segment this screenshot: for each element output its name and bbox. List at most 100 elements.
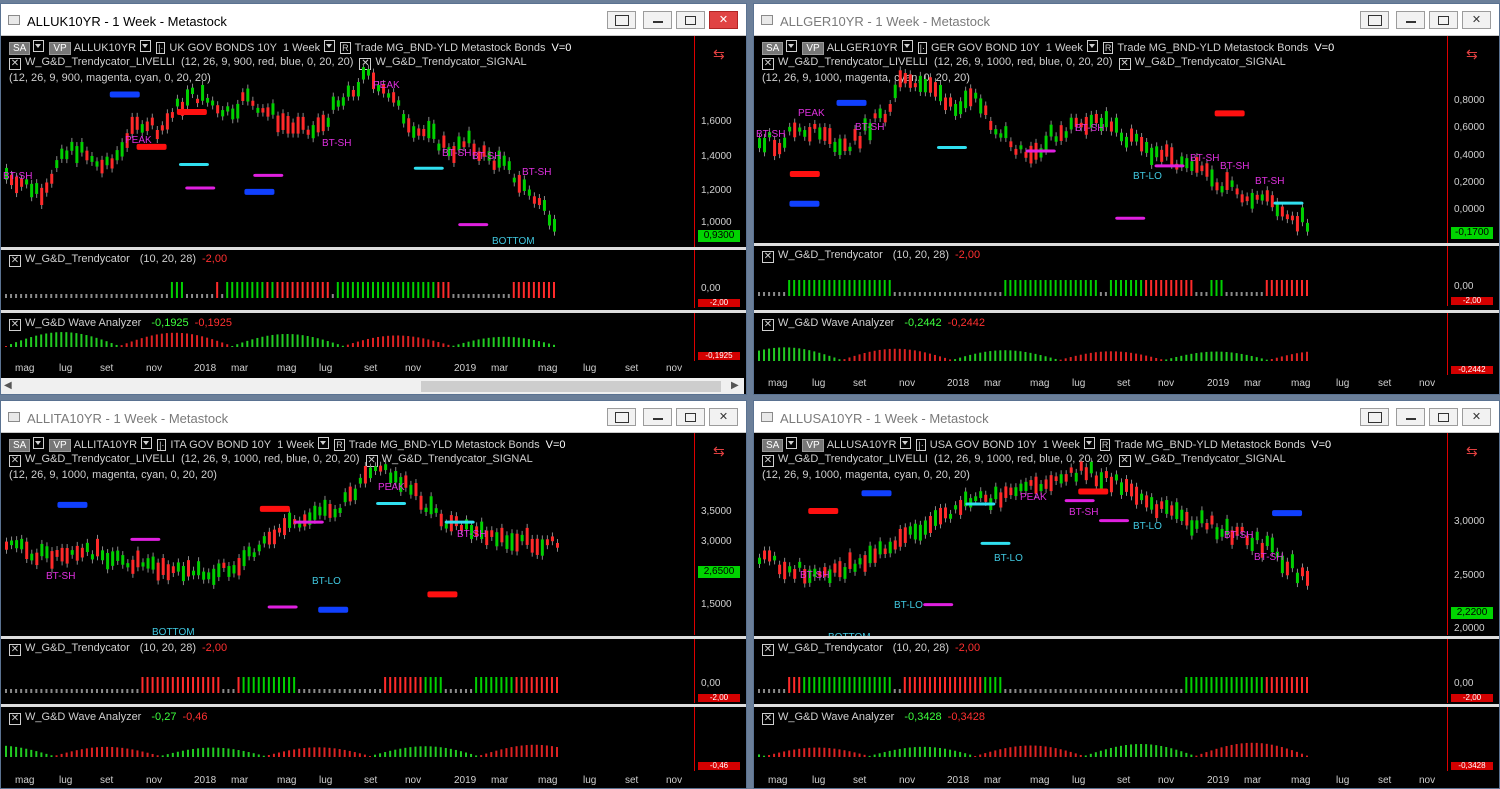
wave-analyzer-pane[interactable]: ✕ W_G&D Wave Analyzer -0,27 -0,46 [1, 707, 694, 771]
wave-bar [833, 357, 836, 361]
trendycator-pane[interactable]: ✕ W_G&D_Trendycator (10, 20, 28) -2,00 [754, 246, 1447, 306]
trendycator-bar [1250, 677, 1253, 693]
chart-window-uk[interactable]: ALLUK10YR - 1 Week - Metastock ✕ SA VP ALLUK… [0, 3, 747, 395]
wave-bar [424, 746, 427, 757]
trendycator-bar [374, 689, 377, 693]
candle [535, 538, 539, 555]
time-axis[interactable]: mag lug set nov 2018 mar mag lug set nov 2019 mar ma… [1, 361, 694, 377]
time-tick: lug [1336, 378, 1350, 389]
wave-bar [944, 748, 947, 757]
close-button[interactable]: ✕ [709, 11, 738, 29]
wave-bar [303, 748, 306, 757]
trendycator-pane[interactable]: ✕ W_G&D_Trendycator (10, 20, 28) -2,00 [1, 250, 694, 308]
minimize-button[interactable] [643, 11, 672, 29]
candle [512, 177, 516, 183]
wave-bar [994, 350, 997, 361]
candle [35, 183, 39, 194]
signal-arrows-icon[interactable]: ⇆ [1466, 46, 1478, 63]
time-tick: set [1378, 378, 1392, 389]
wave-bar [969, 354, 972, 361]
price-tick: 3,0000 [1454, 516, 1485, 527]
signal-arrows-icon[interactable]: ⇆ [1466, 443, 1478, 460]
trendycator-bar [1009, 689, 1012, 693]
wave-bar [969, 754, 972, 757]
wave-bar [798, 348, 801, 361]
signal-arrows-icon[interactable]: ⇆ [713, 46, 725, 63]
layout-icon[interactable] [1360, 408, 1389, 426]
trendycator-bar [1145, 689, 1148, 693]
maximize-button[interactable] [676, 408, 705, 426]
trendycator-bar [1245, 677, 1248, 693]
candle [1210, 169, 1214, 187]
window-titlebar[interactable]: ALLUSA10YR - 1 Week - Metastock ✕ [754, 401, 1499, 433]
price-pane[interactable]: SA VP ALLUK10YR |· UK GOV BONDS 10Y 1 Week R Tr… [1, 36, 694, 248]
wave-bar [1079, 754, 1082, 757]
trendycator-bar [898, 689, 901, 693]
minimize-button[interactable] [1396, 11, 1425, 29]
horizontal-scrollbar[interactable]: ◀ ▶ [1, 378, 744, 394]
trendycator-bar [75, 294, 78, 298]
wave-bar [140, 338, 143, 347]
scroll-left-icon[interactable]: ◀ [4, 380, 12, 391]
trendycator-bar [392, 282, 395, 298]
window-titlebar[interactable]: ALLGER10YR - 1 Week - Metastock ✕ [754, 4, 1499, 36]
trendycator-bar [944, 677, 947, 693]
time-axis[interactable]: mag lug set nov 2018 mar mag lug set nov 2019 mar ma… [1, 773, 694, 788]
candle [256, 107, 260, 113]
maximize-button[interactable] [1429, 11, 1458, 29]
wave-analyzer-pane[interactable]: ✕ W_G&D Wave Analyzer -0,3428 -0,3428 [754, 707, 1447, 771]
trendycator-bar [341, 282, 344, 298]
time-axis[interactable]: mag lug set nov 2018 mar mag lug set nov 2019 mar ma… [754, 773, 1447, 788]
minimize-button[interactable] [643, 408, 672, 426]
layout-icon[interactable] [607, 11, 636, 29]
scrollbar-thumb[interactable] [421, 381, 721, 392]
price-tick: 0,0000 [1454, 204, 1485, 215]
chart-window-ita[interactable]: ALLITA10YR - 1 Week - Metastock ✕ SA VP ALLI… [0, 400, 747, 789]
chart-window-ger[interactable]: ALLGER10YR - 1 Week - Metastock ✕ SA VP ALLG… [753, 3, 1500, 395]
wave-bar [241, 342, 244, 347]
window-titlebar[interactable]: ALLUK10YR - 1 Week - Metastock ✕ [1, 4, 746, 36]
price-pane[interactable]: SA VP ALLGER10YR |· GER GOV BOND 10Y 1 Week R T… [754, 36, 1447, 244]
trendycator-bar [1265, 677, 1268, 693]
price-scale[interactable] [1447, 433, 1498, 635]
trendycator-bar [288, 677, 291, 693]
close-button[interactable]: ✕ [1462, 11, 1491, 29]
trendycator-bar [507, 294, 510, 298]
chart-window-usa[interactable]: ALLUSA10YR - 1 Week - Metastock ✕ SA VP ALLU… [753, 400, 1500, 789]
window-titlebar[interactable]: ALLITA10YR - 1 Week - Metastock ✕ [1, 401, 746, 433]
level-marker [413, 166, 444, 170]
candle [35, 552, 39, 566]
wave-bar [156, 755, 159, 757]
scroll-right-icon[interactable]: ▶ [731, 380, 739, 391]
candle [394, 471, 398, 483]
close-button[interactable]: ✕ [1462, 408, 1491, 426]
trendycator-bar [30, 689, 33, 693]
trendycator-bar [382, 282, 385, 298]
layout-icon[interactable] [1360, 11, 1389, 29]
price-pane[interactable]: SA VP ALLITA10YR |· ITA GOV BOND 10Y 1 Week R T… [1, 433, 694, 638]
wave-bar [1084, 353, 1087, 361]
maximize-button[interactable] [1429, 408, 1458, 426]
wave-bar [530, 744, 533, 757]
minimize-button[interactable] [1396, 408, 1425, 426]
close-button[interactable]: ✕ [709, 408, 738, 426]
layout-icon[interactable] [607, 408, 636, 426]
trendycator-pane[interactable]: ✕ W_G&D_Trendycator (10, 20, 28) -2,00 [754, 639, 1447, 703]
maximize-button[interactable] [676, 11, 705, 29]
candle [928, 516, 932, 533]
wave-analyzer-pane[interactable]: ✕ W_G&D Wave Analyzer -0,2442 -0,2442 [754, 313, 1447, 375]
candle [798, 561, 802, 568]
candle [1235, 188, 1239, 195]
trendycator-bar [823, 280, 826, 296]
price-pane[interactable]: SA VP ALLUSA10YR |· USA GOV BOND 10Y 1 Week R T… [754, 433, 1447, 643]
trendycator-pane[interactable]: ✕ W_G&D_Trendycator (10, 20, 28) -2,00 [1, 639, 694, 703]
time-tick: nov [405, 775, 422, 786]
candle [1180, 509, 1184, 522]
wave-bar [121, 747, 124, 757]
candle [366, 69, 370, 76]
wave-analyzer-pane[interactable]: ✕ W_G&D Wave Analyzer -0,1925 -0,1925 [1, 313, 694, 361]
trendycator-bar [1250, 292, 1253, 296]
candle [30, 183, 34, 198]
signal-arrows-icon[interactable]: ⇆ [713, 443, 725, 460]
time-axis[interactable]: mag lug set nov 2018 mar mag lug set nov 2019 mar ma… [754, 376, 1447, 392]
